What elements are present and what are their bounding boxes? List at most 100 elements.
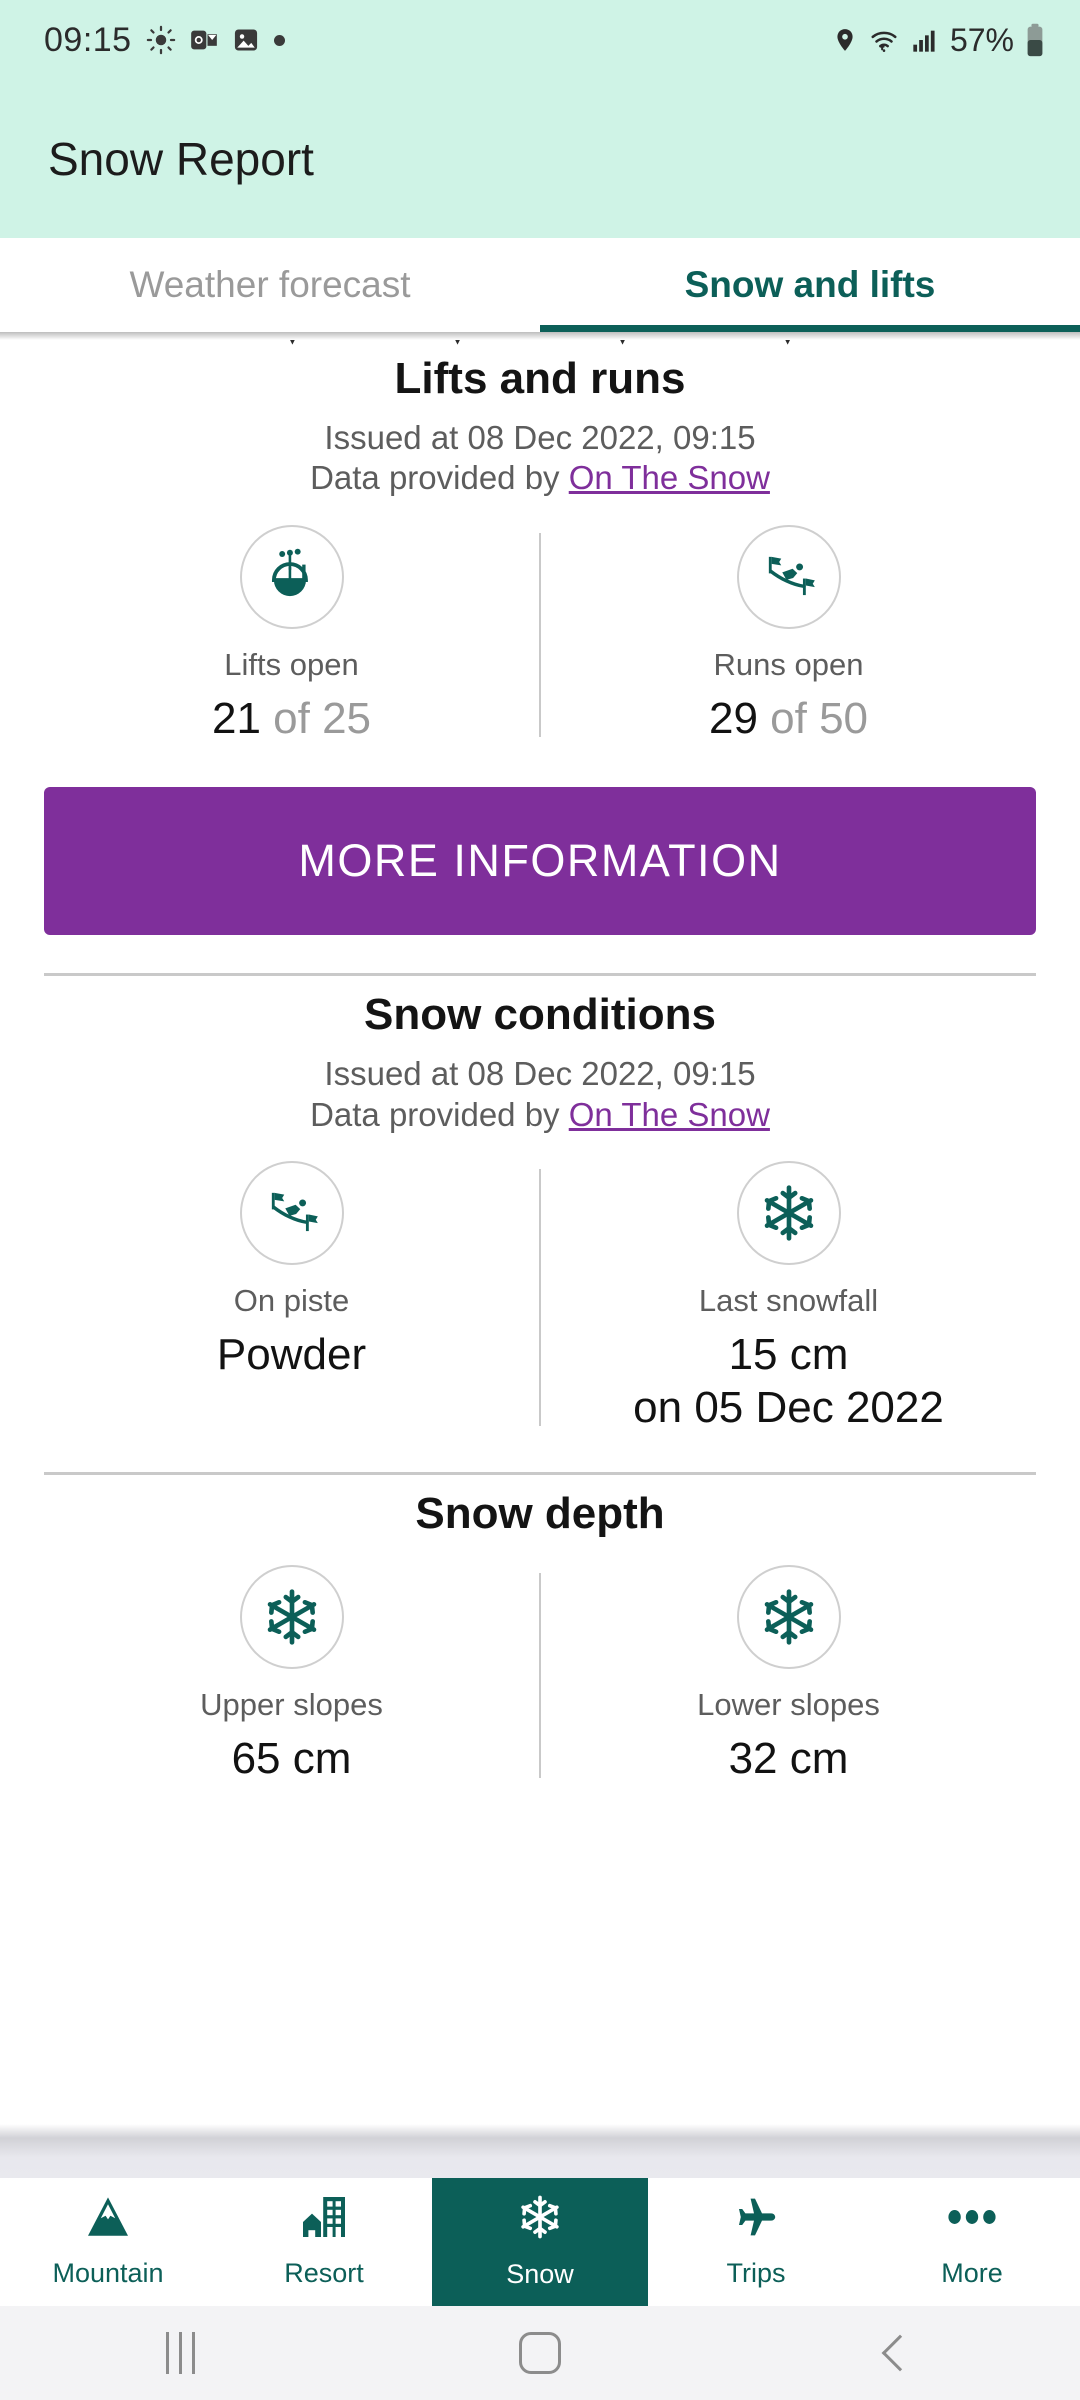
home-icon bbox=[519, 2332, 561, 2374]
stat-last-snowfall-value: 15 cm on 05 Dec 2022 bbox=[633, 1329, 944, 1435]
app-bar: Snow Report bbox=[0, 80, 1080, 238]
stat-last-snowfall: Last snowfall 15 cm on 05 Dec 2022 bbox=[541, 1160, 1036, 1435]
chevron-down-icon: ▾ bbox=[450, 340, 465, 348]
stat-lifts-open-caption: Lifts open bbox=[224, 646, 359, 682]
status-bar: 09:15 57% bbox=[0, 0, 1080, 80]
status-bar-right: 57% bbox=[832, 22, 1046, 59]
nav-item-trips[interactable]: Trips bbox=[648, 2178, 864, 2306]
nav-item-mountain-label: Mountain bbox=[52, 2258, 164, 2288]
chevron-down-icon: ▾ bbox=[285, 340, 300, 348]
tab-snow-and-lifts-label: Snow and lifts bbox=[684, 264, 936, 305]
snow-conditions-meta: Issued at 08 Dec 2022, 09:15 Data provid… bbox=[44, 1054, 1036, 1135]
gondola-lift-icon bbox=[239, 524, 344, 629]
nav-item-mountain[interactable]: Mountain bbox=[0, 2178, 216, 2306]
provider-prefix-label: Data provided by bbox=[310, 1095, 569, 1133]
runs-open-count: 29 bbox=[708, 693, 758, 743]
tab-weather-forecast-label: Weather forecast bbox=[129, 264, 411, 305]
lifts-and-runs-issued: Issued at 08 Dec 2022, 09:15 bbox=[324, 419, 756, 456]
notification-dot-icon bbox=[273, 34, 285, 46]
snow-depth-stats: Upper slopes 65 cm Lower slopes 32 cm bbox=[44, 1565, 1036, 1786]
recents-button[interactable] bbox=[0, 2332, 360, 2374]
nav-item-snow-label: Snow bbox=[506, 2259, 574, 2289]
overflow-dots-icon bbox=[943, 2195, 1001, 2246]
airplane-icon bbox=[729, 2195, 783, 2246]
stat-upper-slopes: Upper slopes 65 cm bbox=[44, 1565, 539, 1786]
stat-lower-slopes: Lower slopes 32 cm bbox=[541, 1565, 1036, 1786]
snowflake-icon bbox=[239, 1565, 344, 1670]
wifi-icon bbox=[868, 25, 900, 55]
lifts-and-runs-provider: Data provided by On The Snow bbox=[44, 458, 1036, 498]
tab-bar: Weather forecast Snow and lifts bbox=[0, 238, 1080, 332]
back-chevron-icon bbox=[881, 2334, 919, 2372]
snow-conditions-title: Snow conditions bbox=[364, 990, 716, 1040]
snow-conditions-provider: Data provided by On The Snow bbox=[44, 1095, 1036, 1135]
skier-downhill-icon bbox=[239, 1160, 344, 1265]
tab-snow-and-lifts[interactable]: Snow and lifts bbox=[540, 238, 1080, 332]
snowflake-icon bbox=[514, 2194, 566, 2247]
more-information-button[interactable]: MORE INFORMATION bbox=[44, 787, 1036, 936]
page-title: Snow Report bbox=[48, 133, 314, 185]
nav-item-resort[interactable]: Resort bbox=[216, 2178, 432, 2306]
status-clock: 09:15 bbox=[44, 20, 132, 59]
home-button[interactable] bbox=[360, 2332, 720, 2374]
android-system-nav bbox=[0, 2306, 1080, 2400]
chevron-down-icon: ▾ bbox=[780, 340, 795, 348]
cellular-signal-icon bbox=[910, 26, 940, 54]
photos-icon bbox=[232, 26, 260, 54]
lifts-and-runs-title: Lifts and runs bbox=[394, 354, 686, 403]
stat-lower-slopes-value: 32 cm bbox=[728, 1734, 849, 1784]
section-snow-depth: Snow depth Upper slopes 65 cm Lower slop… bbox=[0, 1489, 1080, 1786]
content-bottom-shadow bbox=[0, 2124, 1080, 2178]
outlook-icon bbox=[190, 26, 218, 54]
section-snow-conditions: Snow conditions Issued at 08 Dec 2022, 0… bbox=[0, 990, 1080, 1434]
back-button[interactable] bbox=[720, 2334, 1080, 2372]
provider-prefix-label: Data provided by bbox=[310, 459, 569, 497]
snow-conditions-issued: Issued at 08 Dec 2022, 09:15 bbox=[324, 1055, 756, 1093]
stat-on-piste-value: Powder bbox=[216, 1329, 367, 1379]
stat-on-piste-caption: On piste bbox=[233, 1282, 350, 1318]
chevron-down-icon-row: ▾ ▾ ▾ ▾ bbox=[0, 340, 1080, 348]
stat-lower-slopes-caption: Lower slopes bbox=[697, 1687, 880, 1723]
nav-item-more-label: More bbox=[941, 2258, 1003, 2288]
nav-item-more[interactable]: More bbox=[864, 2178, 1080, 2306]
last-snowfall-amount: 15 cm bbox=[728, 1329, 849, 1379]
section-divider bbox=[44, 973, 1036, 977]
stat-runs-open-caption: Runs open bbox=[713, 646, 864, 682]
stat-upper-slopes-value: 65 cm bbox=[231, 1734, 352, 1784]
battery-icon bbox=[1024, 23, 1046, 57]
snowflake-icon bbox=[736, 1160, 841, 1265]
partially-scrolled-row: ▾ ▾ ▾ ▾ bbox=[0, 340, 1080, 348]
snowflake-icon bbox=[736, 1565, 841, 1670]
stat-last-snowfall-caption: Last snowfall bbox=[698, 1282, 879, 1318]
tab-weather-forecast[interactable]: Weather forecast bbox=[0, 238, 540, 332]
brightness-icon bbox=[146, 25, 176, 55]
location-icon bbox=[832, 25, 858, 55]
lifts-and-runs-stats: Lifts open 21 of 25 Runs open 29 of 50 bbox=[44, 524, 1036, 746]
stat-lifts-open: Lifts open 21 of 25 bbox=[44, 524, 539, 746]
skier-downhill-icon bbox=[736, 524, 841, 629]
recents-icon bbox=[165, 2332, 195, 2374]
last-snowfall-date: on 05 Dec 2022 bbox=[633, 1382, 944, 1432]
bottom-navigation-bar: Mountain Resort Snow Trips More bbox=[0, 2178, 1080, 2306]
phone-screen: 09:15 57% Snow Report Weather forecast S… bbox=[0, 0, 1080, 2400]
battery-percent-label: 57% bbox=[949, 21, 1014, 58]
chevron-down-icon: ▾ bbox=[615, 340, 630, 348]
stat-lifts-open-value: 21 of 25 bbox=[212, 693, 371, 746]
mountain-icon bbox=[82, 2195, 134, 2246]
status-bar-left: 09:15 bbox=[44, 21, 285, 60]
lifts-open-count: 21 bbox=[211, 693, 261, 743]
snow-conditions-stats: On piste Powder Last snowfall 15 cm on 0… bbox=[44, 1160, 1036, 1435]
nav-item-snow[interactable]: Snow bbox=[432, 2178, 648, 2306]
runs-open-total: of 50 bbox=[757, 693, 869, 743]
section-divider bbox=[44, 1472, 1036, 1476]
provider-link-on-the-snow[interactable]: On The Snow bbox=[569, 1096, 770, 1133]
lifts-open-total: of 25 bbox=[260, 693, 372, 743]
stat-runs-open-value: 29 of 50 bbox=[709, 693, 868, 746]
tab-bar-shadow bbox=[0, 332, 1080, 340]
more-information-button-wrap: MORE INFORMATION bbox=[0, 787, 1080, 936]
provider-link-on-the-snow[interactable]: On The Snow bbox=[569, 459, 770, 496]
scroll-content[interactable]: ▾ ▾ ▾ ▾ Lifts and runs Issued at 08 Dec … bbox=[0, 340, 1080, 2124]
stat-on-piste: On piste Powder bbox=[44, 1160, 539, 1435]
lifts-and-runs-meta: Issued at 08 Dec 2022, 09:15 Data provid… bbox=[44, 418, 1036, 499]
stat-upper-slopes-caption: Upper slopes bbox=[200, 1687, 383, 1723]
